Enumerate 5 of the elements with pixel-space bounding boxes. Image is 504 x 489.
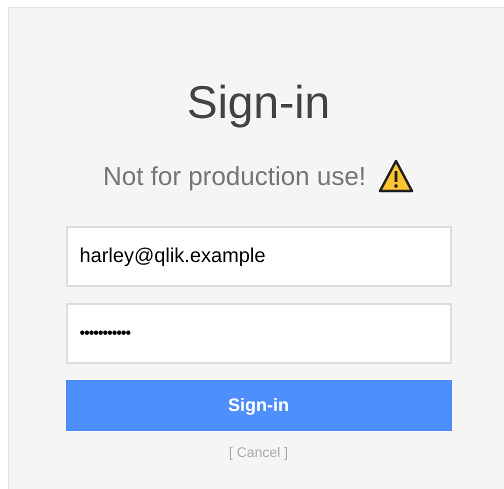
page-title: Sign-in [186,75,330,130]
email-field[interactable]: harley@qlik.example [66,226,452,287]
warning-text: Not for production use! [102,160,366,192]
password-field[interactable]: ••••••••••• [66,303,452,364]
warning-icon [378,159,414,193]
